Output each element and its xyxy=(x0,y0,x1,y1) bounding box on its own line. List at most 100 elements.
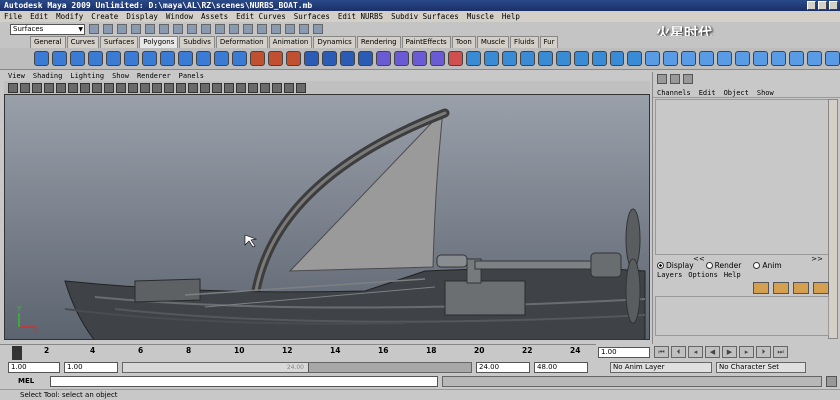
checker-icon[interactable] xyxy=(825,51,840,66)
cylindrical-map-icon[interactable] xyxy=(681,51,697,66)
snap-plane-icon[interactable] xyxy=(229,24,239,34)
select-hierarchy-icon[interactable] xyxy=(131,24,141,34)
tab-deformation[interactable]: Deformation xyxy=(215,36,268,48)
menu-muscle[interactable]: Muscle xyxy=(467,11,494,22)
menu-edit-curves[interactable]: Edit Curves xyxy=(236,11,286,22)
image-plane-icon[interactable] xyxy=(44,82,54,93)
open-scene-icon[interactable] xyxy=(103,24,113,34)
poly-pipe-icon[interactable] xyxy=(177,51,193,66)
panel-menu-shading[interactable]: Shading xyxy=(33,72,63,81)
character-set-dropdown[interactable]: No Character Set xyxy=(716,362,806,373)
attribute-editor-toggle-icon[interactable] xyxy=(683,74,693,84)
input-line-icon[interactable] xyxy=(299,24,309,34)
bounding-box-icon[interactable] xyxy=(176,82,186,93)
tab-painteffects[interactable]: PaintEffects xyxy=(401,36,451,48)
sew-uv-icon[interactable] xyxy=(753,51,769,66)
poly-cube-icon[interactable] xyxy=(51,51,67,66)
step-forward-key-icon[interactable]: ▸ xyxy=(739,346,754,358)
menu-set-dropdown[interactable]: Surfaces xyxy=(10,23,85,35)
select-camera-icon[interactable] xyxy=(8,82,18,93)
poly-cylinder-icon[interactable] xyxy=(69,51,85,66)
move-sew-uv-icon[interactable] xyxy=(771,51,787,66)
poly-pyramid-icon[interactable] xyxy=(159,51,175,66)
snap-grid-icon[interactable] xyxy=(187,24,197,34)
panel-menu-panels[interactable]: Panels xyxy=(179,72,204,81)
gate-mask-icon[interactable] xyxy=(92,82,102,93)
tab-toon[interactable]: Toon xyxy=(451,36,476,48)
safe-action-icon[interactable] xyxy=(116,82,126,93)
panel-menu-view[interactable]: View xyxy=(8,72,25,81)
new-scene-icon[interactable] xyxy=(89,24,99,34)
current-frame-marker[interactable] xyxy=(12,346,22,360)
playback-start-field[interactable]: 1.00 xyxy=(64,362,118,373)
panel-menu-lighting[interactable]: Lighting xyxy=(70,72,104,81)
poly-plane-icon[interactable] xyxy=(105,51,121,66)
save-scene-icon[interactable] xyxy=(117,24,127,34)
combine-icon[interactable] xyxy=(249,51,265,66)
minimize-button[interactable] xyxy=(807,1,816,10)
menu-modify[interactable]: Modify xyxy=(56,11,83,22)
layer-editor-toggle-icon[interactable] xyxy=(670,74,680,84)
layer-list[interactable] xyxy=(655,296,829,336)
current-frame-field[interactable]: 1.00 xyxy=(598,347,650,358)
render-settings-icon[interactable] xyxy=(285,24,295,34)
panel-menu-show[interactable]: Show xyxy=(112,72,129,81)
safe-title-icon[interactable] xyxy=(128,82,138,93)
xray-icon[interactable] xyxy=(212,82,222,93)
planar-map-icon[interactable] xyxy=(663,51,679,66)
xray-joints-icon[interactable] xyxy=(224,82,234,93)
grid-icon[interactable] xyxy=(56,82,66,93)
wireframe-icon[interactable] xyxy=(140,82,150,93)
default-lighting-icon[interactable] xyxy=(236,82,246,93)
shadows-icon[interactable] xyxy=(260,82,270,93)
menu-display[interactable]: Display xyxy=(126,11,158,22)
high-quality-icon[interactable] xyxy=(296,82,306,93)
merge-icon[interactable] xyxy=(591,51,607,66)
hud-icon[interactable] xyxy=(284,82,294,93)
playback-end-field[interactable]: 24.00 xyxy=(476,362,530,373)
tab-polygons[interactable]: Polygons xyxy=(139,36,179,48)
select-object-icon[interactable] xyxy=(145,24,155,34)
tab-dynamics[interactable]: Dynamics xyxy=(313,36,356,48)
menu-subdiv-surfaces[interactable]: Subdiv Surfaces xyxy=(391,11,459,22)
menu-create[interactable]: Create xyxy=(91,11,118,22)
mirror-cut-icon[interactable] xyxy=(393,51,409,66)
history-icon[interactable] xyxy=(243,24,253,34)
poly-soccer-ball-icon[interactable] xyxy=(213,51,229,66)
fill-hole-icon[interactable] xyxy=(411,51,427,66)
spherical-map-icon[interactable] xyxy=(699,51,715,66)
tab-muscle[interactable]: Muscle xyxy=(476,36,510,48)
show-menu[interactable]: Show xyxy=(757,88,774,97)
tab-general[interactable]: General xyxy=(30,36,66,48)
toggle-channel-box-icon[interactable] xyxy=(313,24,323,34)
object-menu[interactable]: Object xyxy=(724,88,749,97)
film-gate-icon[interactable] xyxy=(68,82,78,93)
menu-edit-nurbs[interactable]: Edit NURBS xyxy=(338,11,383,22)
collapse-icon[interactable] xyxy=(609,51,625,66)
poly-sphere-icon[interactable] xyxy=(34,51,49,66)
tab-surfaces[interactable]: Surfaces xyxy=(99,36,139,48)
sculpt-geometry-icon[interactable] xyxy=(447,51,463,66)
play-backward-icon[interactable]: ◀ xyxy=(705,346,720,358)
close-button[interactable] xyxy=(829,1,838,10)
script-editor-icon[interactable] xyxy=(826,376,837,387)
unfold-uv-icon[interactable] xyxy=(789,51,805,66)
menu-surfaces[interactable]: Surfaces xyxy=(294,11,330,22)
boolean-difference-icon[interactable] xyxy=(339,51,355,66)
new-empty-layer-icon[interactable] xyxy=(793,282,809,294)
layers-menu[interactable]: Layers xyxy=(657,271,682,280)
append-polygon-icon[interactable] xyxy=(465,51,481,66)
tab-rendering[interactable]: Rendering xyxy=(356,36,401,48)
step-back-frame-icon[interactable]: ⏴ xyxy=(671,346,686,358)
snap-point-icon[interactable] xyxy=(215,24,225,34)
menu-edit[interactable]: Edit xyxy=(30,11,48,22)
poly-helix-icon[interactable] xyxy=(195,51,211,66)
channel-box-toggle-icon[interactable] xyxy=(657,74,667,84)
all-lights-icon[interactable] xyxy=(248,82,258,93)
automatic-map-icon[interactable] xyxy=(717,51,733,66)
split-polygon-icon[interactable] xyxy=(483,51,499,66)
snap-curve-icon[interactable] xyxy=(201,24,211,34)
menu-file[interactable]: File xyxy=(4,11,22,22)
perspective-viewport[interactable]: X Y xyxy=(4,94,650,340)
menu-window[interactable]: Window xyxy=(166,11,193,22)
